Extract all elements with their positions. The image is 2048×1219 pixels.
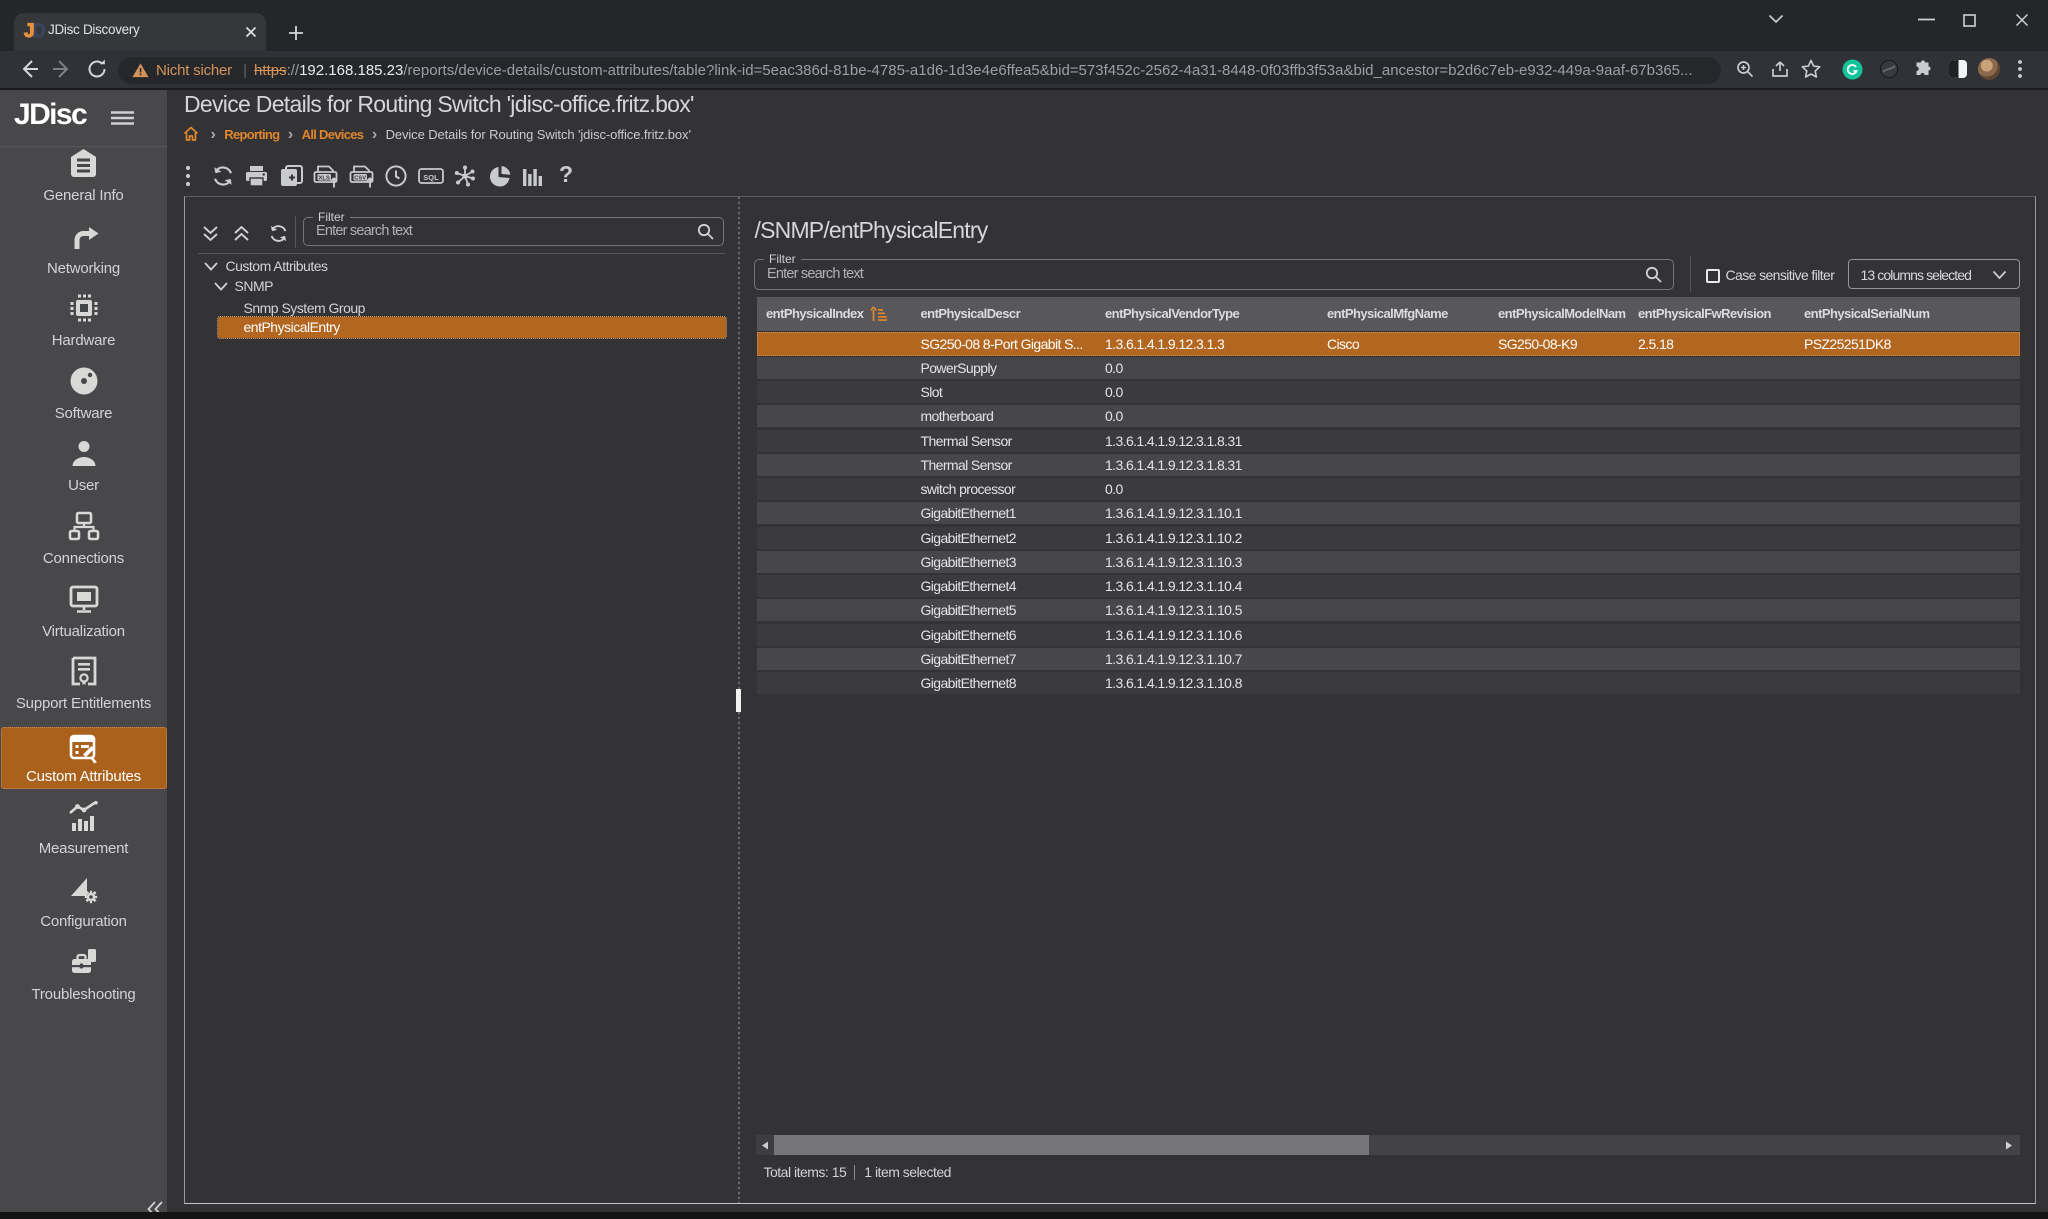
- svg-text:CSV: CSV: [354, 175, 366, 181]
- svg-text:XLS: XLS: [319, 175, 330, 181]
- svg-text:SQL: SQL: [423, 173, 439, 182]
